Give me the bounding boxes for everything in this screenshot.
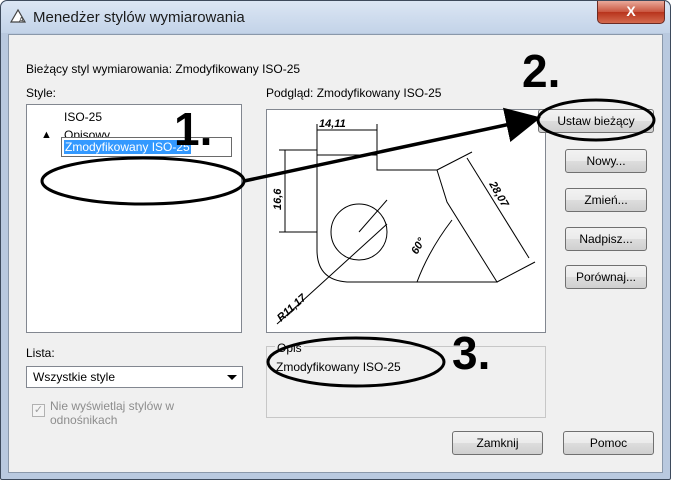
step-2-label: 2. <box>522 45 561 97</box>
arrow-line <box>243 107 541 183</box>
highlight-ellipse-description <box>266 336 446 388</box>
step-1-label: 1. <box>174 103 213 155</box>
step-3-label: 3. <box>452 327 491 379</box>
highlight-ellipse-style <box>40 156 246 206</box>
annotation-overlay <box>40 98 656 388</box>
highlight-ellipse-set-current <box>536 98 656 142</box>
